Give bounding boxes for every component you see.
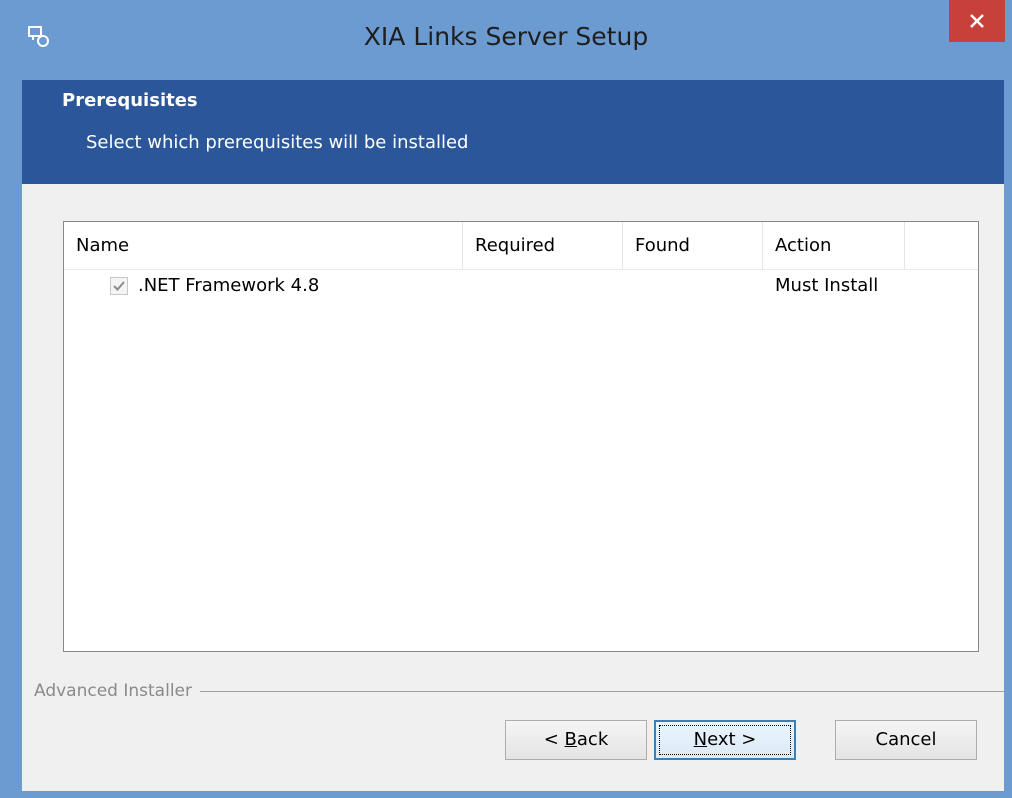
column-header-name[interactable]: Name: [64, 222, 463, 270]
column-header-required[interactable]: Required: [463, 222, 623, 270]
branding-label: Advanced Installer: [34, 681, 200, 701]
page-subtitle: Select which prerequisites will be insta…: [86, 132, 469, 153]
prerequisite-checkbox[interactable]: [110, 277, 128, 295]
focus-rectangle: [659, 725, 791, 755]
cancel-button[interactable]: Cancel: [835, 720, 977, 760]
next-button[interactable]: Next >: [654, 720, 796, 760]
close-button[interactable]: [949, 0, 1005, 42]
back-button-prefix: <: [543, 729, 565, 750]
prerequisite-action: Must Install: [775, 275, 879, 296]
prerequisite-name: .NET Framework 4.8: [138, 275, 320, 296]
back-button[interactable]: < Back: [505, 720, 647, 760]
table-row[interactable]: .NET Framework 4.8 Must Install: [64, 270, 978, 304]
prerequisites-list[interactable]: Name Required Found Action .NET Framewor…: [63, 221, 979, 652]
window-title: XIA Links Server Setup: [363, 22, 649, 51]
dialog-client-area: Prerequisites Select which prerequisites…: [22, 80, 1004, 791]
branding-separator: Advanced Installer: [34, 681, 1004, 701]
title-bar[interactable]: XIA Links Server Setup: [0, 0, 1012, 80]
back-button-accesskey: B: [564, 729, 577, 750]
page-title: Prerequisites: [62, 90, 198, 111]
header-banner: Prerequisites Select which prerequisites…: [22, 80, 1004, 184]
close-icon: [969, 13, 985, 29]
column-header-action[interactable]: Action: [763, 222, 905, 270]
back-button-rest: ack: [576, 729, 609, 750]
list-header: Name Required Found Action: [64, 222, 978, 270]
checkmark-icon: [113, 281, 125, 291]
installer-window: XIA Links Server Setup Prerequisites Sel…: [0, 0, 1012, 798]
column-header-found[interactable]: Found: [623, 222, 763, 270]
